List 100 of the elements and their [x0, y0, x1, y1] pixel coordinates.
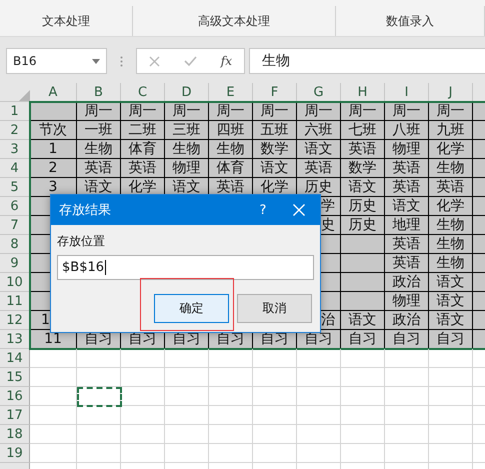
empty-cell[interactable]: [30, 368, 77, 387]
empty-cell[interactable]: [165, 425, 209, 444]
column-header[interactable]: C: [121, 83, 165, 102]
empty-cell[interactable]: [209, 349, 253, 368]
row-header[interactable]: 3: [0, 140, 30, 159]
row-header[interactable]: 7: [0, 216, 30, 235]
empty-cell[interactable]: [165, 349, 209, 368]
empty-cell[interactable]: [121, 368, 165, 387]
empty-cell[interactable]: [165, 387, 209, 406]
empty-cell[interactable]: [253, 425, 297, 444]
empty-cell[interactable]: [121, 406, 165, 425]
name-box[interactable]: B16: [6, 48, 107, 74]
row-header[interactable]: 15: [0, 368, 30, 387]
empty-cell[interactable]: [77, 425, 121, 444]
row-header[interactable]: 2: [0, 121, 30, 140]
empty-cell[interactable]: [297, 444, 341, 463]
column-header[interactable]: G: [297, 83, 341, 102]
empty-cell[interactable]: [385, 368, 429, 387]
empty-cell[interactable]: [341, 406, 385, 425]
row-header[interactable]: 10: [0, 273, 30, 292]
empty-cell[interactable]: [385, 387, 429, 406]
empty-cell[interactable]: [209, 425, 253, 444]
row-header[interactable]: 8: [0, 235, 30, 254]
column-header[interactable]: H: [341, 83, 385, 102]
empty-cell[interactable]: [253, 387, 297, 406]
row-header[interactable]: 18: [0, 425, 30, 444]
column-header[interactable]: D: [165, 83, 209, 102]
empty-cell[interactable]: [165, 444, 209, 463]
empty-cell[interactable]: [77, 444, 121, 463]
empty-cell[interactable]: [385, 349, 429, 368]
empty-cell[interactable]: [429, 368, 473, 387]
empty-cell[interactable]: [429, 425, 473, 444]
empty-cell[interactable]: [209, 406, 253, 425]
dropdown-icon[interactable]: [92, 58, 100, 64]
empty-cell[interactable]: [253, 406, 297, 425]
empty-cell[interactable]: [30, 349, 77, 368]
empty-cell[interactable]: [165, 406, 209, 425]
cancel-button[interactable]: 取消: [237, 294, 312, 323]
formula-field[interactable]: 生物: [249, 48, 485, 74]
row-header[interactable]: 6: [0, 197, 30, 216]
row-header[interactable]: 19: [0, 444, 30, 463]
empty-cell[interactable]: [30, 387, 77, 406]
empty-cell[interactable]: [297, 425, 341, 444]
empty-cell[interactable]: [385, 444, 429, 463]
empty-cell[interactable]: [209, 387, 253, 406]
row-header[interactable]: 11: [0, 292, 30, 311]
input-field[interactable]: $B$16: [57, 255, 314, 280]
empty-cell[interactable]: [341, 425, 385, 444]
empty-cell[interactable]: [385, 406, 429, 425]
column-header[interactable]: F: [253, 83, 297, 102]
empty-cell[interactable]: [30, 425, 77, 444]
row-header[interactable]: 14: [0, 349, 30, 368]
row-header[interactable]: 5: [0, 178, 30, 197]
column-header[interactable]: A: [30, 83, 77, 102]
row-header[interactable]: 1: [0, 102, 30, 121]
close-icon[interactable]: [293, 204, 305, 216]
empty-cell[interactable]: [297, 368, 341, 387]
column-header[interactable]: I: [385, 83, 429, 102]
empty-cell[interactable]: [297, 387, 341, 406]
empty-cell[interactable]: [429, 406, 473, 425]
empty-cell[interactable]: [253, 349, 297, 368]
empty-cell[interactable]: [30, 444, 77, 463]
empty-cell[interactable]: [165, 368, 209, 387]
row-header[interactable]: 16: [0, 387, 30, 406]
select-all-icon[interactable]: [19, 90, 30, 101]
cancel-icon[interactable]: [148, 56, 160, 66]
empty-cell[interactable]: [429, 387, 473, 406]
empty-cell[interactable]: [429, 349, 473, 368]
empty-cell[interactable]: [297, 406, 341, 425]
ok-button[interactable]: 确定: [154, 294, 229, 323]
empty-cell[interactable]: [253, 444, 297, 463]
empty-cell[interactable]: [209, 444, 253, 463]
empty-cell[interactable]: [121, 387, 165, 406]
empty-cell[interactable]: [341, 387, 385, 406]
column-header[interactable]: B: [77, 83, 121, 102]
row-header[interactable]: 9: [0, 254, 30, 273]
row-header[interactable]: 17: [0, 406, 30, 425]
empty-cell[interactable]: [341, 349, 385, 368]
empty-cell[interactable]: [77, 368, 121, 387]
row-header[interactable]: 13: [0, 330, 30, 349]
empty-cell[interactable]: [77, 349, 121, 368]
empty-cell[interactable]: [297, 349, 341, 368]
column-header[interactable]: J: [429, 83, 473, 102]
row-header[interactable]: 4: [0, 159, 30, 178]
empty-cell[interactable]: [77, 406, 121, 425]
empty-cell[interactable]: [209, 368, 253, 387]
row-header[interactable]: 12: [0, 311, 30, 330]
empty-cell[interactable]: [30, 406, 77, 425]
empty-cell[interactable]: [121, 425, 165, 444]
empty-cell[interactable]: [385, 425, 429, 444]
empty-cell[interactable]: [121, 444, 165, 463]
check-icon[interactable]: [184, 56, 197, 66]
empty-cell[interactable]: [341, 444, 385, 463]
help-button[interactable]: ?: [248, 202, 278, 218]
column-header[interactable]: E: [209, 83, 253, 102]
empty-cell[interactable]: [121, 349, 165, 368]
empty-cell[interactable]: [429, 444, 473, 463]
empty-cell[interactable]: [341, 368, 385, 387]
insert-function-button[interactable]: fx: [220, 54, 232, 68]
empty-cell[interactable]: [253, 368, 297, 387]
